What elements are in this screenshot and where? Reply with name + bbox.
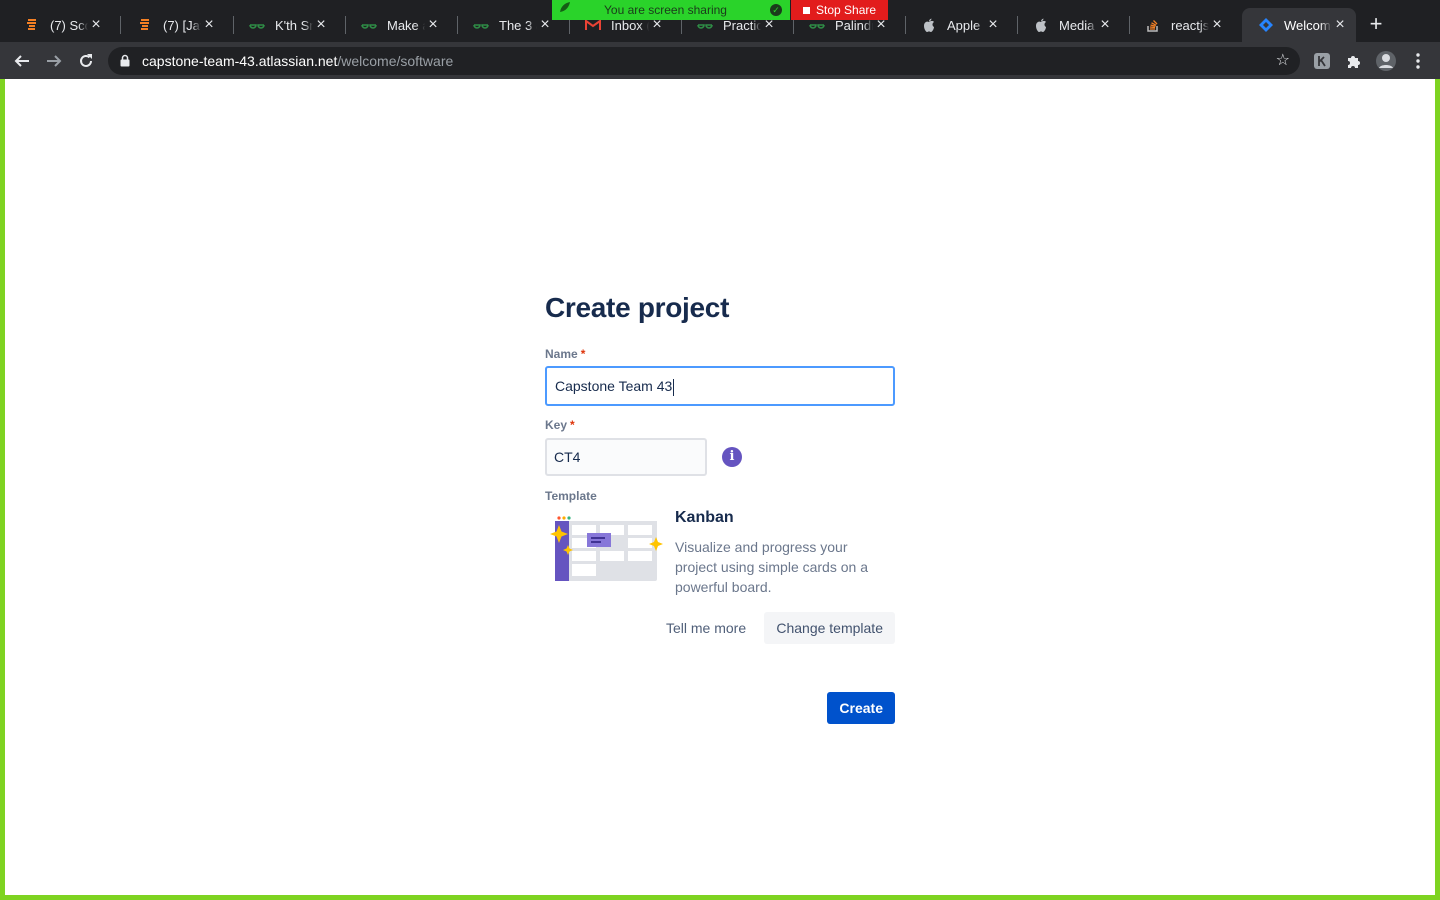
tab-title: Media Pl [1059,17,1097,33]
tab-title: K'th Sma [275,17,313,33]
browser-tab[interactable]: The 3 & × [457,8,561,42]
template-description: Visualize and progress your project usin… [675,539,868,595]
browser-tab-active[interactable]: Welcome × [1242,8,1356,42]
forward-arrow-icon [47,55,62,67]
stackoverflow-icon [1145,17,1161,33]
shield-check-icon: ✓ [770,4,782,16]
browser-tab[interactable]: Media Pl × [1017,8,1121,42]
browser-tab[interactable]: K'th Sma × [233,8,337,42]
new-tab-icon[interactable]: + [1366,13,1386,35]
info-icon[interactable]: i [722,447,742,467]
text-caret [673,378,675,396]
leaf-icon [558,0,572,20]
geeksforgeeks-icon [361,17,377,33]
browser-tab[interactable]: (7) [Java × [121,8,225,42]
browser-tab[interactable]: (7) Score × [8,8,112,42]
page-content: Create project Name * Capstone Team 43 Ke… [5,79,1435,895]
apple-icon [1033,17,1049,33]
tab-title: Make a f [387,17,425,33]
create-button[interactable]: Create [827,692,895,724]
close-icon[interactable]: × [88,17,104,33]
reload-icon [80,54,92,67]
forward-button[interactable] [42,49,66,73]
screen-sharing-message: You are screen sharing [604,3,727,17]
tab-strip: (7) Score × (7) [Java × K'th Sma × Make … [0,0,1440,42]
close-icon[interactable]: × [985,17,1001,33]
tab-title: (7) Score [50,17,88,33]
url-path: /welcome/software [337,53,454,69]
close-icon[interactable]: × [537,17,553,33]
codeforces-stripes-icon [24,17,40,33]
codeforces-stripes-icon [137,17,153,33]
kebab-menu-icon[interactable] [1407,50,1429,72]
project-name-input[interactable]: Capstone Team 43 [545,366,895,406]
change-template-button[interactable]: Change template [764,612,895,644]
screen-sharing-banner: You are screen sharing ✓ [552,0,790,20]
kanban-illustration [550,515,663,581]
apple-icon [921,17,937,33]
template-label: Template [545,489,597,503]
back-button[interactable] [10,49,34,73]
jira-icon [1258,17,1274,33]
tab-title: reactjs - [1171,17,1209,33]
name-label: Name * [545,347,585,361]
stop-share-button[interactable]: Stop Share [791,0,888,20]
browser-tab[interactable]: Apple M × [905,8,1009,42]
lock-icon [120,54,130,72]
stop-square-icon [803,7,810,14]
close-icon[interactable]: × [1209,17,1225,33]
close-icon[interactable]: × [1097,17,1113,33]
url-text: capstone-team-43.atlassian.net/welcome/s… [142,47,453,75]
tab-title: The 3 & [499,17,537,33]
close-icon[interactable]: × [201,17,217,33]
name-label-text: Name [545,347,578,361]
close-icon[interactable]: × [1332,17,1348,33]
tab-title: Apple M [947,17,985,33]
bookmark-star-icon[interactable]: ☆ [1276,52,1290,70]
url-domain: capstone-team-43.atlassian.net [142,53,338,69]
page-title: Create project [545,292,730,323]
geeksforgeeks-icon [249,17,265,33]
key-label: Key * [545,418,575,432]
required-asterisk: * [570,418,575,432]
close-icon[interactable]: × [313,17,329,33]
address-bar[interactable]: capstone-team-43.atlassian.net/welcome/s… [108,47,1300,75]
browser-tab[interactable]: Make a f × [345,8,449,42]
tell-me-more-button[interactable]: Tell me more [658,612,754,644]
project-key-input[interactable]: CT4 [545,438,707,476]
template-name: Kanban [675,509,734,526]
project-name-value: Capstone Team 43 [555,378,673,394]
project-key-value: CT4 [554,449,581,465]
geeksforgeeks-icon [473,17,489,33]
browser-toolbar: capstone-team-43.atlassian.net/welcome/s… [0,42,1440,79]
key-label-text: Key [545,418,568,432]
back-arrow-icon [14,55,29,67]
reload-button[interactable] [74,49,98,73]
browser-tab[interactable]: reactjs - × [1129,8,1233,42]
extensions-puzzle-icon[interactable] [1343,50,1365,72]
close-icon[interactable]: × [425,17,441,33]
tab-title: Welcome [1284,17,1332,33]
required-asterisk: * [580,347,586,361]
tab-title: (7) [Java [163,17,201,33]
profile-avatar[interactable] [1375,50,1397,72]
stop-share-label: Stop Share [816,3,877,17]
extension-k-icon[interactable] [1311,50,1333,72]
